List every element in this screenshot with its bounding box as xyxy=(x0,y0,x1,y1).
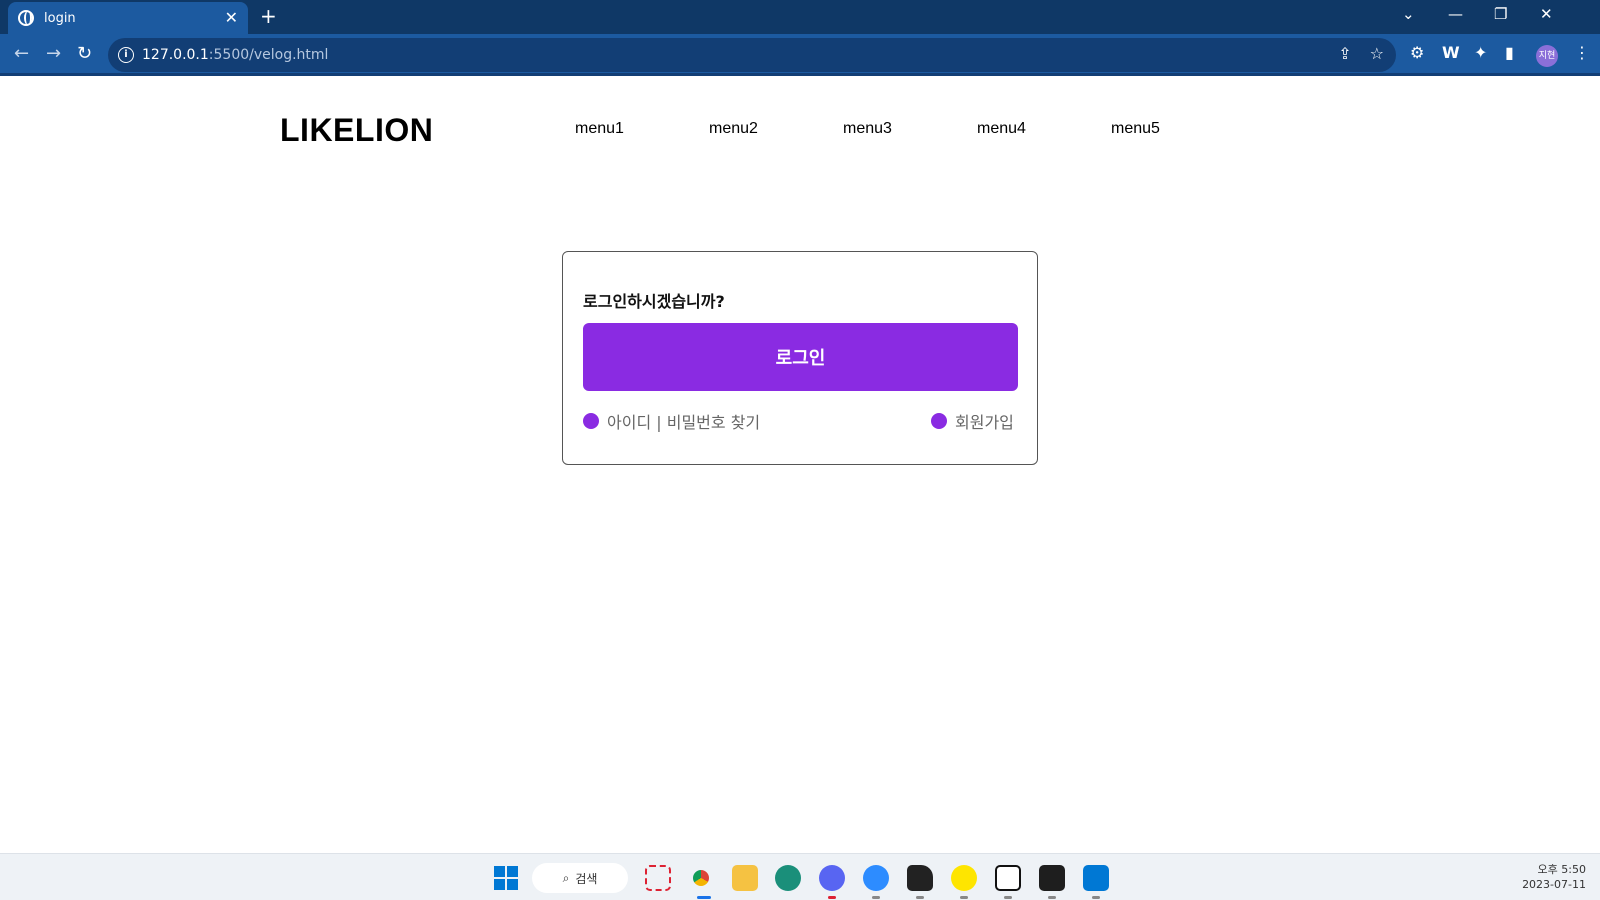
window-close-icon[interactable]: ✕ xyxy=(1540,5,1553,23)
reload-icon[interactable]: ↻ xyxy=(77,43,92,64)
running-indicator xyxy=(916,896,924,899)
tab-title: login xyxy=(44,10,76,26)
notification-indicator xyxy=(828,896,836,899)
bullet-dot-icon xyxy=(931,413,947,429)
chrome-icon[interactable] xyxy=(688,865,714,891)
notion-icon[interactable] xyxy=(995,865,1021,891)
discord-icon[interactable] xyxy=(819,865,845,891)
file-explorer-icon[interactable] xyxy=(732,865,758,891)
nav-menu5[interactable]: menu5 xyxy=(1111,120,1160,138)
signup-label: 회원가입 xyxy=(955,413,1014,432)
tab-close-icon[interactable]: ✕ xyxy=(225,10,238,26)
clock-time: 오후 5:50 xyxy=(1537,863,1586,876)
url-host: 127.0.0.1 xyxy=(142,47,209,63)
zoom-icon[interactable] xyxy=(863,865,889,891)
search-icon: ⌕ xyxy=(562,870,570,885)
nav-menu4[interactable]: menu4 xyxy=(977,120,1026,138)
more-menu-icon[interactable]: ⋮ xyxy=(1574,43,1590,62)
edge-dev-icon[interactable] xyxy=(775,865,801,891)
running-indicator xyxy=(1092,896,1100,899)
running-indicator xyxy=(1004,896,1012,899)
minimize-icon[interactable]: — xyxy=(1448,5,1463,23)
address-bar[interactable]: i 127.0.0.1:5500/velog.html ⇪ ☆ xyxy=(108,38,1396,72)
login-button[interactable]: 로그인 xyxy=(583,323,1018,391)
forward-icon[interactable]: → xyxy=(46,43,61,64)
running-indicator xyxy=(1048,896,1056,899)
sticky-notes-icon[interactable] xyxy=(907,865,933,891)
bookmark-star-icon[interactable]: ☆ xyxy=(1370,44,1384,63)
kakaotalk-icon[interactable] xyxy=(951,865,977,891)
info-icon[interactable]: i xyxy=(118,47,134,63)
find-account-label: 아이디 | 비밀번호 찾기 xyxy=(607,413,761,432)
taskbar-search[interactable]: ⌕ 검색 xyxy=(532,863,628,893)
share-icon[interactable]: ⇪ xyxy=(1338,44,1351,63)
profile-avatar[interactable]: 지현 xyxy=(1536,45,1558,67)
extension-gear-icon[interactable]: ⚙ xyxy=(1410,43,1424,62)
browser-tab[interactable]: login ✕ xyxy=(8,2,248,34)
system-clock[interactable]: 오후 5:50 2023-07-11 xyxy=(1522,862,1586,892)
windows-start-icon[interactable] xyxy=(494,866,518,890)
bullet-dot-icon xyxy=(583,413,599,429)
browser-toolbar: ← → ↻ i 127.0.0.1:5500/velog.html ⇪ ☆ ⚙ … xyxy=(0,34,1600,76)
figma-icon[interactable] xyxy=(1039,865,1065,891)
site-logo[interactable]: LIKELION xyxy=(280,112,433,149)
back-icon[interactable]: ← xyxy=(14,43,29,64)
login-question: 로그인하시겠습니까? xyxy=(583,292,725,311)
extension-w-icon[interactable]: W xyxy=(1442,43,1460,62)
tab-search-chevron-icon[interactable]: ⌄ xyxy=(1402,5,1415,23)
nav-menu3[interactable]: menu3 xyxy=(843,120,892,138)
snipping-tool-icon[interactable] xyxy=(645,865,671,891)
new-tab-button[interactable]: + xyxy=(260,6,277,26)
taskbar-search-label: 검색 xyxy=(575,871,598,886)
clock-date: 2023-07-11 xyxy=(1522,878,1586,891)
extensions-puzzle-icon[interactable]: ✦ xyxy=(1474,43,1487,62)
running-indicator xyxy=(872,896,880,899)
signup-link[interactable]: 회원가입 xyxy=(931,409,1014,433)
login-card: 로그인하시겠습니까? 로그인 아이디 | 비밀번호 찾기 회원가입 xyxy=(562,251,1038,465)
page-content: LIKELION menu1 menu2 menu3 menu4 menu5 로… xyxy=(0,77,1600,853)
find-account-link[interactable]: 아이디 | 비밀번호 찾기 xyxy=(583,409,760,433)
restore-icon[interactable]: ❐ xyxy=(1494,5,1507,23)
browser-tab-bar: login ✕ + ⌄ — ❐ ✕ xyxy=(0,0,1600,34)
taskbar: ⌕ 검색 오후 5:50 2023-07-11 xyxy=(0,853,1600,900)
side-panel-icon[interactable]: ▮ xyxy=(1505,43,1514,62)
active-indicator xyxy=(697,896,711,899)
globe-icon xyxy=(18,10,34,26)
nav-menu1[interactable]: menu1 xyxy=(575,120,624,138)
url-path: :5500/velog.html xyxy=(208,47,329,63)
nav-menu2[interactable]: menu2 xyxy=(709,120,758,138)
vscode-icon[interactable] xyxy=(1083,865,1109,891)
running-indicator xyxy=(960,896,968,899)
